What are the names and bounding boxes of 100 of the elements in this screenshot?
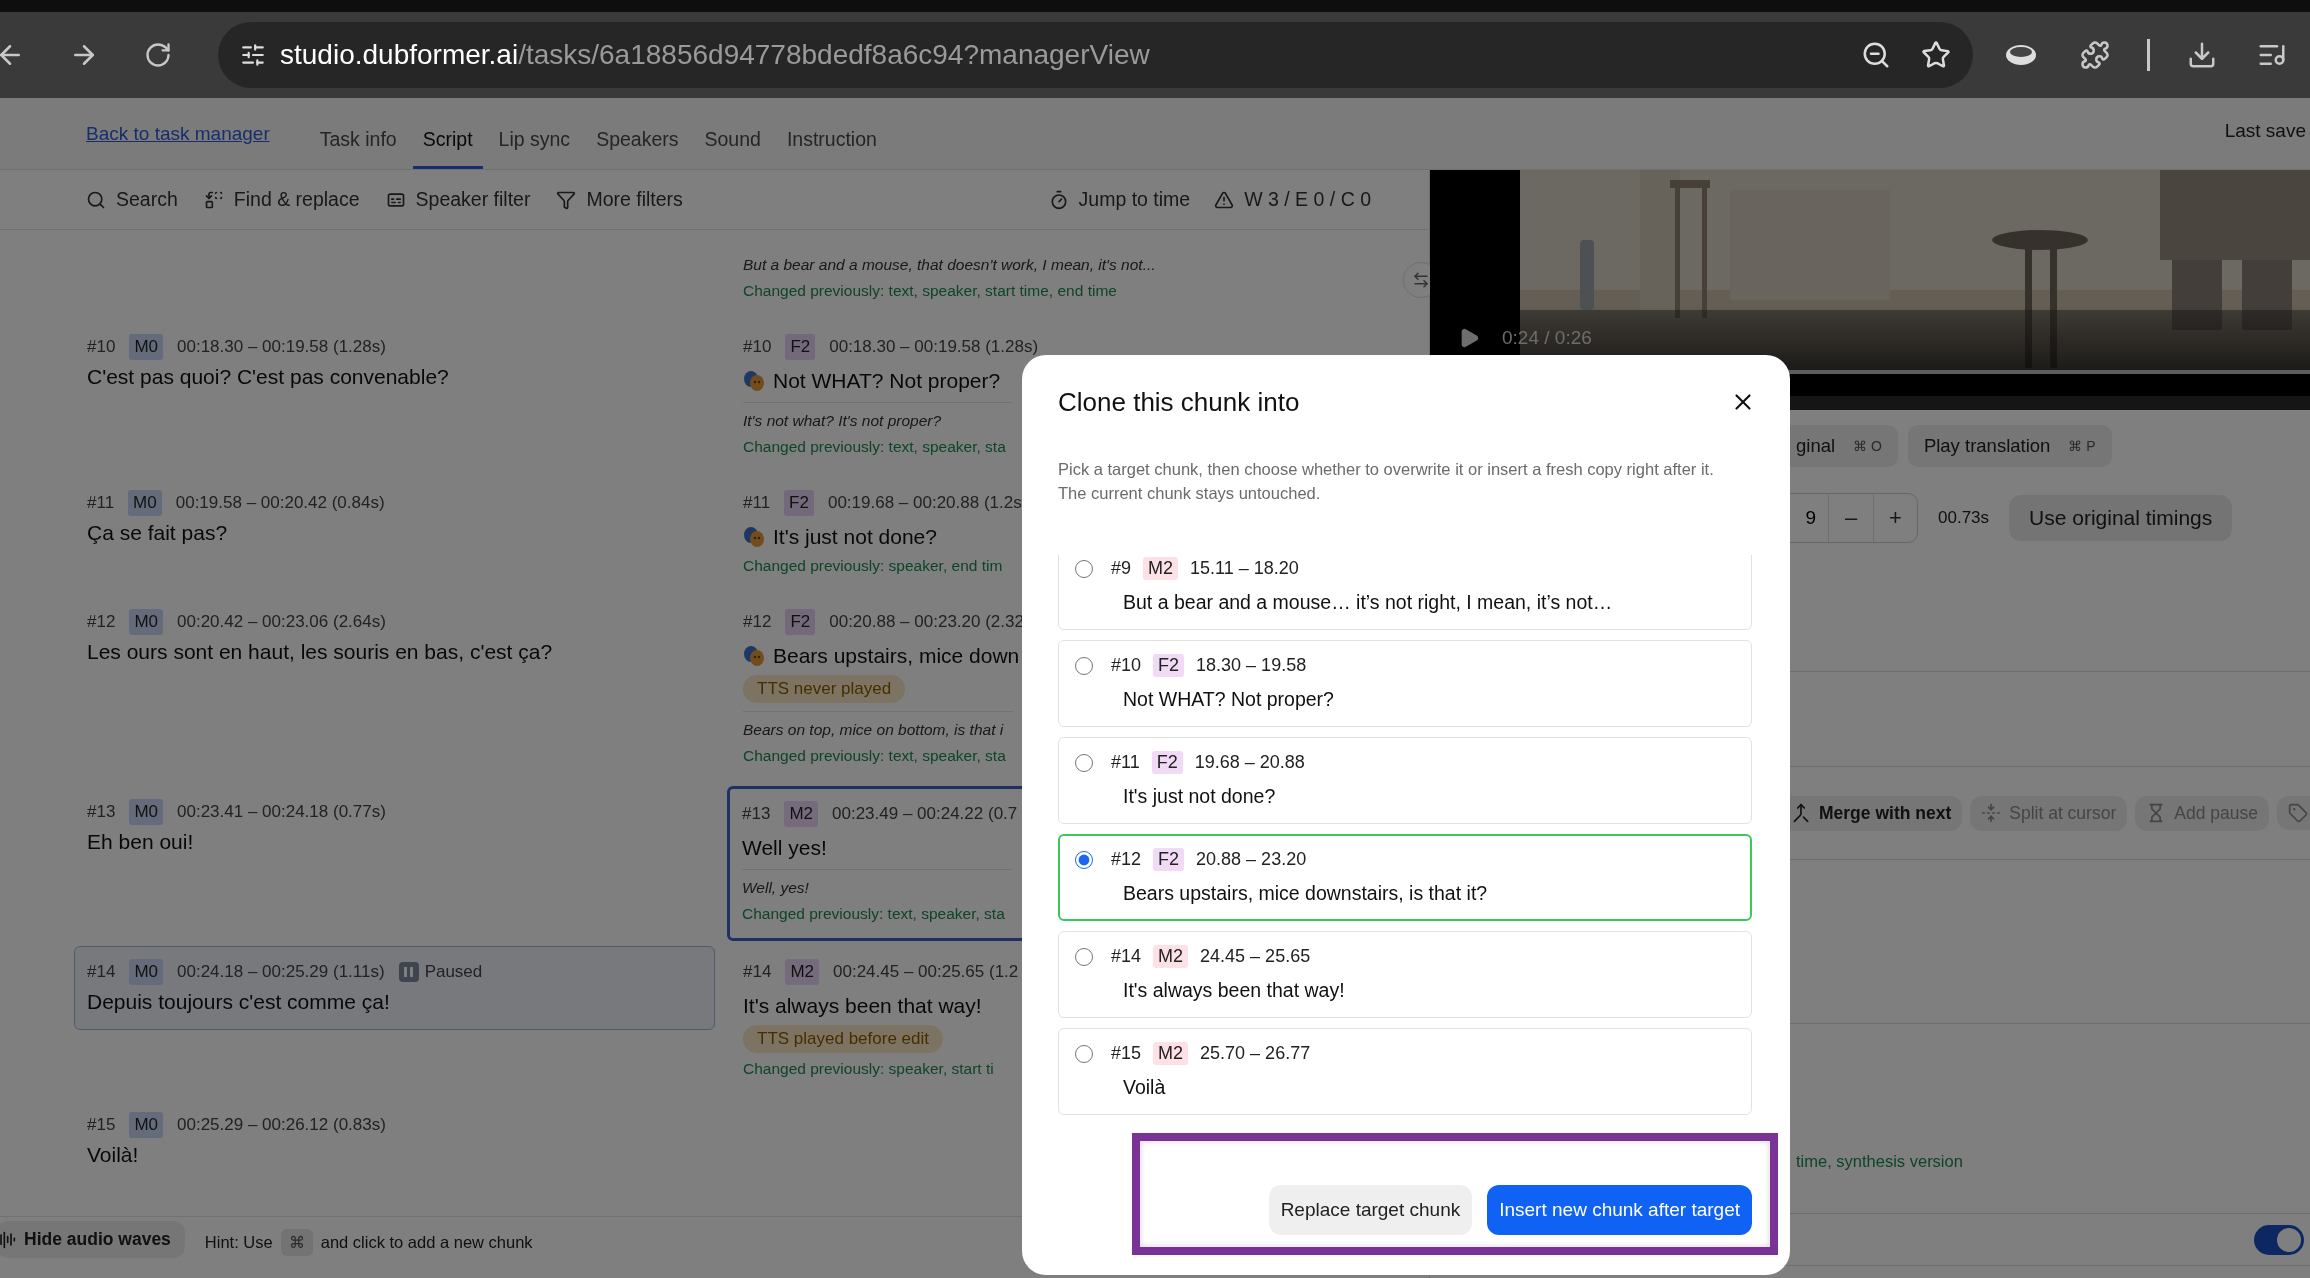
chunk-number: #9 xyxy=(1111,558,1132,579)
chunk-text: Voilà xyxy=(1123,1075,1167,1100)
chunk-number: #15 xyxy=(87,1114,116,1136)
chunk-number: #13 xyxy=(87,801,116,823)
chunk-option[interactable]: #15 M2 25.70 – 26.77 Voilà xyxy=(1058,1028,1752,1115)
chunk-number: #11 xyxy=(1111,752,1140,773)
tab[interactable]: Lip sync xyxy=(488,98,581,169)
chunk-number: #13 xyxy=(742,803,771,825)
chunk-text: It's just not done? xyxy=(773,524,937,550)
speaker-tag: M0 xyxy=(128,490,162,516)
chunk-number: #10 xyxy=(1111,655,1142,676)
speaker-tag: F2 xyxy=(785,609,816,635)
chunk-option[interactable]: #9 M2 15.11 – 18.20 But a bear and a mouse… it’s not right, I mean, it’s not… xyxy=(1058,555,1752,630)
chunk-text: Bears upstairs, mice down xyxy=(773,643,1020,669)
address-bar[interactable]: studio.dubformer.ai/tasks/6a18856d94778bdedf8a6c94?managerView xyxy=(218,22,1973,88)
chunk-number: #14 xyxy=(743,961,772,983)
change-note: Changed previously: speaker, end tim xyxy=(743,556,1003,576)
chunk-card[interactable]: #14 M0 00:24.18 – 00:25.29 (1.11s) Paused Depuis toujours c'est comme ça! xyxy=(74,946,715,1030)
speaker-tag: M2 xyxy=(1153,1042,1189,1065)
chunk-text: It's always been that way! xyxy=(743,993,982,1019)
chunk-option[interactable]: #14 M2 24.45 – 25.65 It's always been that way! xyxy=(1058,931,1752,1018)
use-original-timings-button[interactable]: Use original timings xyxy=(2009,495,2233,541)
chunk-text: Not WHAT? Not proper? xyxy=(1123,687,1335,712)
chunk-range: 24.45 – 25.65 xyxy=(1200,946,1311,967)
speaker-tag: M2 xyxy=(784,801,818,827)
toolbar-button[interactable]: Jump to time xyxy=(1048,188,1191,211)
url-text: studio.dubformer.ai/tasks/6a18856d94778bdedf8a6c94?managerView xyxy=(280,39,1151,71)
speaker-tag: F2 xyxy=(1153,654,1185,677)
video-player[interactable]: 0:24 / 0:26 xyxy=(1430,170,2310,370)
plus-button[interactable]: + xyxy=(1873,494,1917,542)
change-note: Changed previously: text, speaker, sta xyxy=(743,746,1006,766)
insert-button[interactable]: Insert new chunk after target xyxy=(1487,1185,1752,1235)
last-save-label: Last save xyxy=(2224,119,2307,142)
chunk-range: 19.68 – 20.88 xyxy=(1194,752,1305,773)
chunk-number: #14 xyxy=(1111,946,1142,967)
hide-waves-button[interactable]: Hide audio waves xyxy=(0,1221,185,1258)
toolbar-button[interactable]: Find & replace xyxy=(203,188,360,211)
chunk-option[interactable]: #11 F2 19.68 – 20.88 It's just not done? xyxy=(1058,737,1752,824)
chunk-number: #11 xyxy=(743,492,771,514)
chunk-text: C'est pas quoi? C'est pas convenable? xyxy=(87,364,449,390)
chunk-number: #12 xyxy=(87,611,116,633)
dialog-title: Clone this chunk into xyxy=(1058,386,1300,418)
chunk-number: #12 xyxy=(1111,849,1142,870)
tab[interactable]: Instruction xyxy=(776,98,887,169)
chunk-text: Ça se fait pas? xyxy=(87,520,228,546)
chunk-range: 25.70 – 26.77 xyxy=(1200,1043,1311,1064)
back-link[interactable]: Back to task manager xyxy=(86,122,270,145)
chunk-option[interactable]: #12 F2 20.88 – 23.20 Bears upstairs, mice downstairs, is that it? xyxy=(1058,834,1752,921)
toolbar-button[interactable]: Speaker filter xyxy=(385,188,531,211)
change-note: Changed previously: text, speaker, start time, end time xyxy=(743,281,1117,301)
play-button[interactable]: Play translation ⌘ P xyxy=(1907,425,2112,467)
chunk-time: 00:25.29 – 00:26.12 (0.83s) xyxy=(177,1114,386,1136)
chunk-time: 00:19.58 – 00:20.42 (0.84s) xyxy=(175,492,385,514)
chunk-text: But a bear and a mouse… it’s not right, I mean, it’s not… xyxy=(1123,590,1614,615)
hint-text: Hint: Use xyxy=(204,1233,273,1252)
chunk-time: 00:24.45 – 00:25.65 (1.2 xyxy=(833,961,1019,983)
chunk-text: Depuis toujours c'est comme ça! xyxy=(87,989,390,1015)
toolbar-button[interactable]: W 3 / E 0 / C 0 xyxy=(1214,188,1371,211)
chunk-time: 00:20.42 – 00:23.06 (2.64s) xyxy=(177,611,386,633)
speaker-tag: F2 xyxy=(784,490,814,516)
speaker-tag: M2 xyxy=(785,959,819,985)
video-time: 0:24 / 0:26 xyxy=(1502,327,1592,349)
tts-badge: TTS played before edit xyxy=(743,1025,943,1053)
chunk-text: Les ours sont en haut, les souris en bas, c'est ça? xyxy=(87,639,553,665)
toolbar-button[interactable]: More filters xyxy=(556,188,683,211)
chunk-time: 00:18.30 – 00:19.58 (1.28s) xyxy=(177,336,386,358)
toolbar-button[interactable]: Search xyxy=(86,188,178,211)
change-note: Changed previously: speaker, start ti xyxy=(743,1059,994,1079)
speaker-tag: M2 xyxy=(1153,945,1189,968)
speaker-tag: M0 xyxy=(129,799,163,825)
original-note: It's not what? It's not proper? xyxy=(743,411,942,431)
chunk-range: 18.30 – 19.58 xyxy=(1196,655,1307,676)
tab[interactable]: Speakers xyxy=(586,98,689,169)
chunk-number: #10 xyxy=(87,336,116,358)
tab[interactable]: Script xyxy=(412,98,483,169)
chunk-text: It's just not done? xyxy=(1123,784,1277,809)
chunk-number: #11 xyxy=(87,492,115,514)
chunk-number: #12 xyxy=(743,611,772,633)
original-note: Well, yes! xyxy=(742,878,809,898)
chunk-text: Eh ben oui! xyxy=(87,829,194,855)
tts-badge: TTS never played xyxy=(743,675,906,703)
status-label: Paused xyxy=(424,961,483,983)
change-note: Changed previously: text, speaker, sta xyxy=(742,904,1005,924)
chunk-text: Well yes! xyxy=(742,835,827,861)
change-note: time, synthesis version xyxy=(1796,1152,1963,1171)
speaker-tag: M0 xyxy=(129,609,163,635)
chunk-range: 15.11 – 18.20 xyxy=(1190,558,1299,579)
tab[interactable]: Task info xyxy=(309,98,407,169)
speaker-tag: F2 xyxy=(1151,751,1183,774)
speaker-tag: M0 xyxy=(129,1112,163,1138)
replace-button[interactable]: Replace target chunk xyxy=(1268,1185,1473,1235)
speaker-tag: M0 xyxy=(129,334,163,360)
chunk-time: 00:24.18 – 00:25.29 (1.11s) xyxy=(177,961,385,983)
chunk-time: 00:23.41 – 00:24.18 (0.77s) xyxy=(177,801,386,823)
chunk-option[interactable]: #10 F2 18.30 – 19.58 Not WHAT? Not proper? xyxy=(1058,640,1752,727)
chunk-number: #14 xyxy=(87,961,116,983)
minus-button[interactable]: – xyxy=(1829,494,1873,542)
chunk-number: #15 xyxy=(1111,1043,1142,1064)
tab[interactable]: Sound xyxy=(694,98,771,169)
speaker-tag: M0 xyxy=(129,959,163,985)
